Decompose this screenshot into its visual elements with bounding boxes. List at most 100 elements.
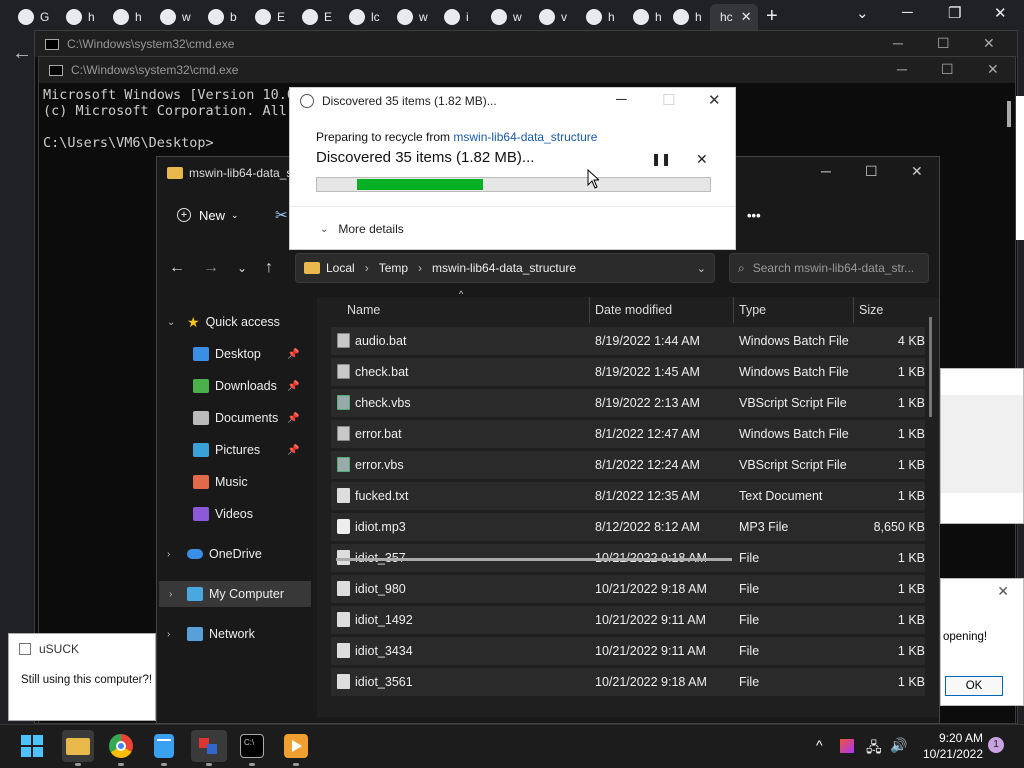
up-button[interactable]: ↑	[265, 259, 273, 277]
table-row[interactable]: check.bat 8/19/2022 1:45 AM Windows Batch …	[331, 358, 925, 386]
breadcrumb-item[interactable]: Local	[326, 261, 355, 275]
dialog-title-bar[interactable]: Discovered 35 items (1.82 MB)...	[300, 94, 497, 108]
browser-tab[interactable]: h	[576, 4, 620, 30]
sidebar-item-pictures[interactable]: Pictures 📌	[193, 437, 311, 463]
tray-overflow-icon[interactable]: ^	[816, 737, 823, 753]
taskbar-chrome[interactable]	[109, 734, 133, 758]
browser-tab[interactable]: G	[8, 4, 52, 30]
volume-icon[interactable]: 🔊	[890, 737, 907, 754]
table-row[interactable]: idiot_980 10/21/2022 9:18 AM File 1 KB	[331, 575, 925, 603]
cmd-title-bar[interactable]: C:\Windows\system32\cmd.exe	[35, 31, 1017, 57]
taskbar-app[interactable]	[191, 730, 227, 762]
table-row[interactable]: error.vbs 8/1/2022 12:24 AM VBScript Scrip…	[331, 451, 925, 479]
column-divider[interactable]	[853, 297, 854, 323]
browser-minimize-button[interactable]: ─	[902, 4, 913, 21]
browser-back-icon[interactable]: ←	[12, 42, 32, 65]
recent-locations-button[interactable]: ⌄	[237, 261, 247, 275]
sidebar-item-documents[interactable]: Documents 📌	[193, 405, 311, 431]
table-row[interactable]: check.vbs 8/19/2022 2:13 AM VBScript Scrip…	[331, 389, 925, 417]
sidebar-item-quick-access[interactable]: ★ Quick access	[187, 309, 307, 335]
ok-button[interactable]: OK	[945, 676, 1003, 696]
browser-tab[interactable]: h	[103, 4, 147, 30]
explorer-maximize-button[interactable]: ☐	[865, 163, 878, 180]
chevron-right-icon[interactable]: ›	[167, 629, 170, 640]
new-tab-button[interactable]: +	[766, 5, 778, 28]
breadcrumb-separator-icon[interactable]: ›	[418, 261, 422, 275]
pin-icon[interactable]: 📌	[287, 413, 299, 424]
dialog-minimize-button[interactable]: ─	[616, 91, 627, 108]
browser-tab[interactable]: w	[150, 4, 194, 30]
browser-tab[interactable]: hc ✕	[710, 4, 758, 30]
column-divider[interactable]	[589, 297, 590, 323]
browser-tab[interactable]: lc	[339, 4, 383, 30]
sidebar-item-onedrive[interactable]: OneDrive	[187, 541, 307, 567]
table-row[interactable]: idiot.mp3 8/12/2022 8:12 AM MP3 File 8,650 …	[331, 513, 925, 541]
breadcrumb-item[interactable]: mswin-lib64-data_structure	[432, 261, 576, 275]
usuck-title-bar[interactable]: uSUCK	[19, 642, 79, 656]
tray-app-icon[interactable]	[840, 739, 854, 753]
cmd-scrollbar[interactable]	[1007, 101, 1011, 127]
forward-button[interactable]: →	[203, 259, 219, 277]
column-header-size[interactable]: Size	[859, 303, 883, 317]
taskbar-file-explorer[interactable]	[62, 730, 94, 762]
cut-icon[interactable]: ✂	[275, 206, 288, 224]
taskbar-media-player[interactable]	[284, 734, 308, 758]
horizontal-scrollbar[interactable]	[336, 558, 732, 561]
new-button[interactable]: + New ⌄	[177, 208, 239, 223]
browser-tab[interactable]: v	[529, 4, 573, 30]
browser-tab[interactable]: E	[292, 4, 336, 30]
taskbar-time[interactable]: 9:20 AM	[925, 731, 983, 745]
search-input[interactable]: ⌕ Search mswin-lib64-data_str...	[729, 253, 929, 283]
cmd-title-bar[interactable]: C:\Windows\system32\cmd.exe	[39, 57, 1015, 83]
browser-maximize-button[interactable]: ❐	[948, 4, 961, 22]
explorer-close-button[interactable]: ✕	[911, 163, 923, 180]
table-row[interactable]: audio.bat 8/19/2022 1:44 AM Windows Batch …	[331, 327, 925, 355]
chevron-down-icon[interactable]: ⌄	[167, 317, 175, 328]
taskbar-notepad[interactable]	[154, 734, 174, 758]
message-box-close-button[interactable]: ✕	[997, 583, 1009, 600]
browser-tab[interactable]: w	[387, 4, 431, 30]
sidebar-item-videos[interactable]: Videos	[193, 501, 311, 527]
column-divider[interactable]	[733, 297, 734, 323]
pin-icon[interactable]: 📌	[287, 349, 299, 360]
address-dropdown-icon[interactable]: ⌄	[697, 262, 706, 275]
more-details-button[interactable]: ⌄ More details	[320, 222, 404, 236]
cmd-minimize-button[interactable]: ─	[897, 61, 907, 77]
start-button[interactable]	[20, 734, 44, 758]
table-row[interactable]: idiot_1492 10/21/2022 9:11 AM File 1 KB	[331, 606, 925, 634]
browser-tab[interactable]: b	[198, 4, 242, 30]
browser-tab[interactable]: w	[481, 4, 525, 30]
partial-window[interactable]	[1016, 96, 1024, 240]
pin-icon[interactable]: 📌	[287, 445, 299, 456]
chevron-right-icon[interactable]: ›	[167, 549, 170, 560]
sidebar-item-music[interactable]: Music	[193, 469, 311, 495]
sidebar-item-network[interactable]: Network	[187, 621, 307, 647]
table-row[interactable]: idiot_3434 10/21/2022 9:11 AM File 1 KB	[331, 637, 925, 665]
sidebar-item-my-computer[interactable]: › My Computer	[159, 581, 311, 607]
table-row[interactable]: fucked.txt 8/1/2022 12:35 AM Text Document…	[331, 482, 925, 510]
usuck-message-window[interactable]: uSUCK Still using this computer?!	[8, 633, 156, 721]
notification-badge[interactable]: 1	[988, 737, 1004, 753]
recycle-progress-dialog[interactable]: Discovered 35 items (1.82 MB)... ─ ☐ ✕ P…	[289, 87, 736, 250]
explorer-minimize-button[interactable]: ─	[821, 163, 831, 179]
sidebar-item-desktop[interactable]: Desktop 📌	[193, 341, 311, 367]
dialog-close-button[interactable]: ✕	[708, 91, 721, 109]
browser-tab[interactable]: h	[623, 4, 667, 30]
cancel-icon[interactable]: ✕	[696, 151, 708, 168]
column-header-type[interactable]: Type	[739, 303, 766, 317]
table-row[interactable]: error.bat 8/1/2022 12:47 AM Windows Batch …	[331, 420, 925, 448]
see-more-button[interactable]: •••	[747, 208, 761, 223]
source-folder-link[interactable]: mswin-lib64-data_structure	[453, 130, 597, 144]
pin-icon[interactable]: 📌	[287, 381, 299, 392]
message-box-window[interactable]: ✕ opening! OK	[940, 578, 1024, 706]
browser-close-button[interactable]: ✕	[994, 4, 1007, 22]
vertical-scrollbar[interactable]	[929, 317, 932, 417]
column-header-name[interactable]: Name	[347, 303, 380, 317]
partial-dialog-window[interactable]	[940, 368, 1024, 524]
address-bar[interactable]: Local › Temp › mswin-lib64-data_structure ⌄ …	[295, 253, 748, 283]
cmd-maximize-button[interactable]: ☐	[941, 61, 954, 78]
cmd-minimize-button[interactable]: ─	[893, 35, 903, 51]
browser-tab[interactable]: h	[663, 4, 707, 30]
cmd-close-button[interactable]: ✕	[983, 35, 995, 52]
cmd-close-button[interactable]: ✕	[987, 61, 999, 78]
